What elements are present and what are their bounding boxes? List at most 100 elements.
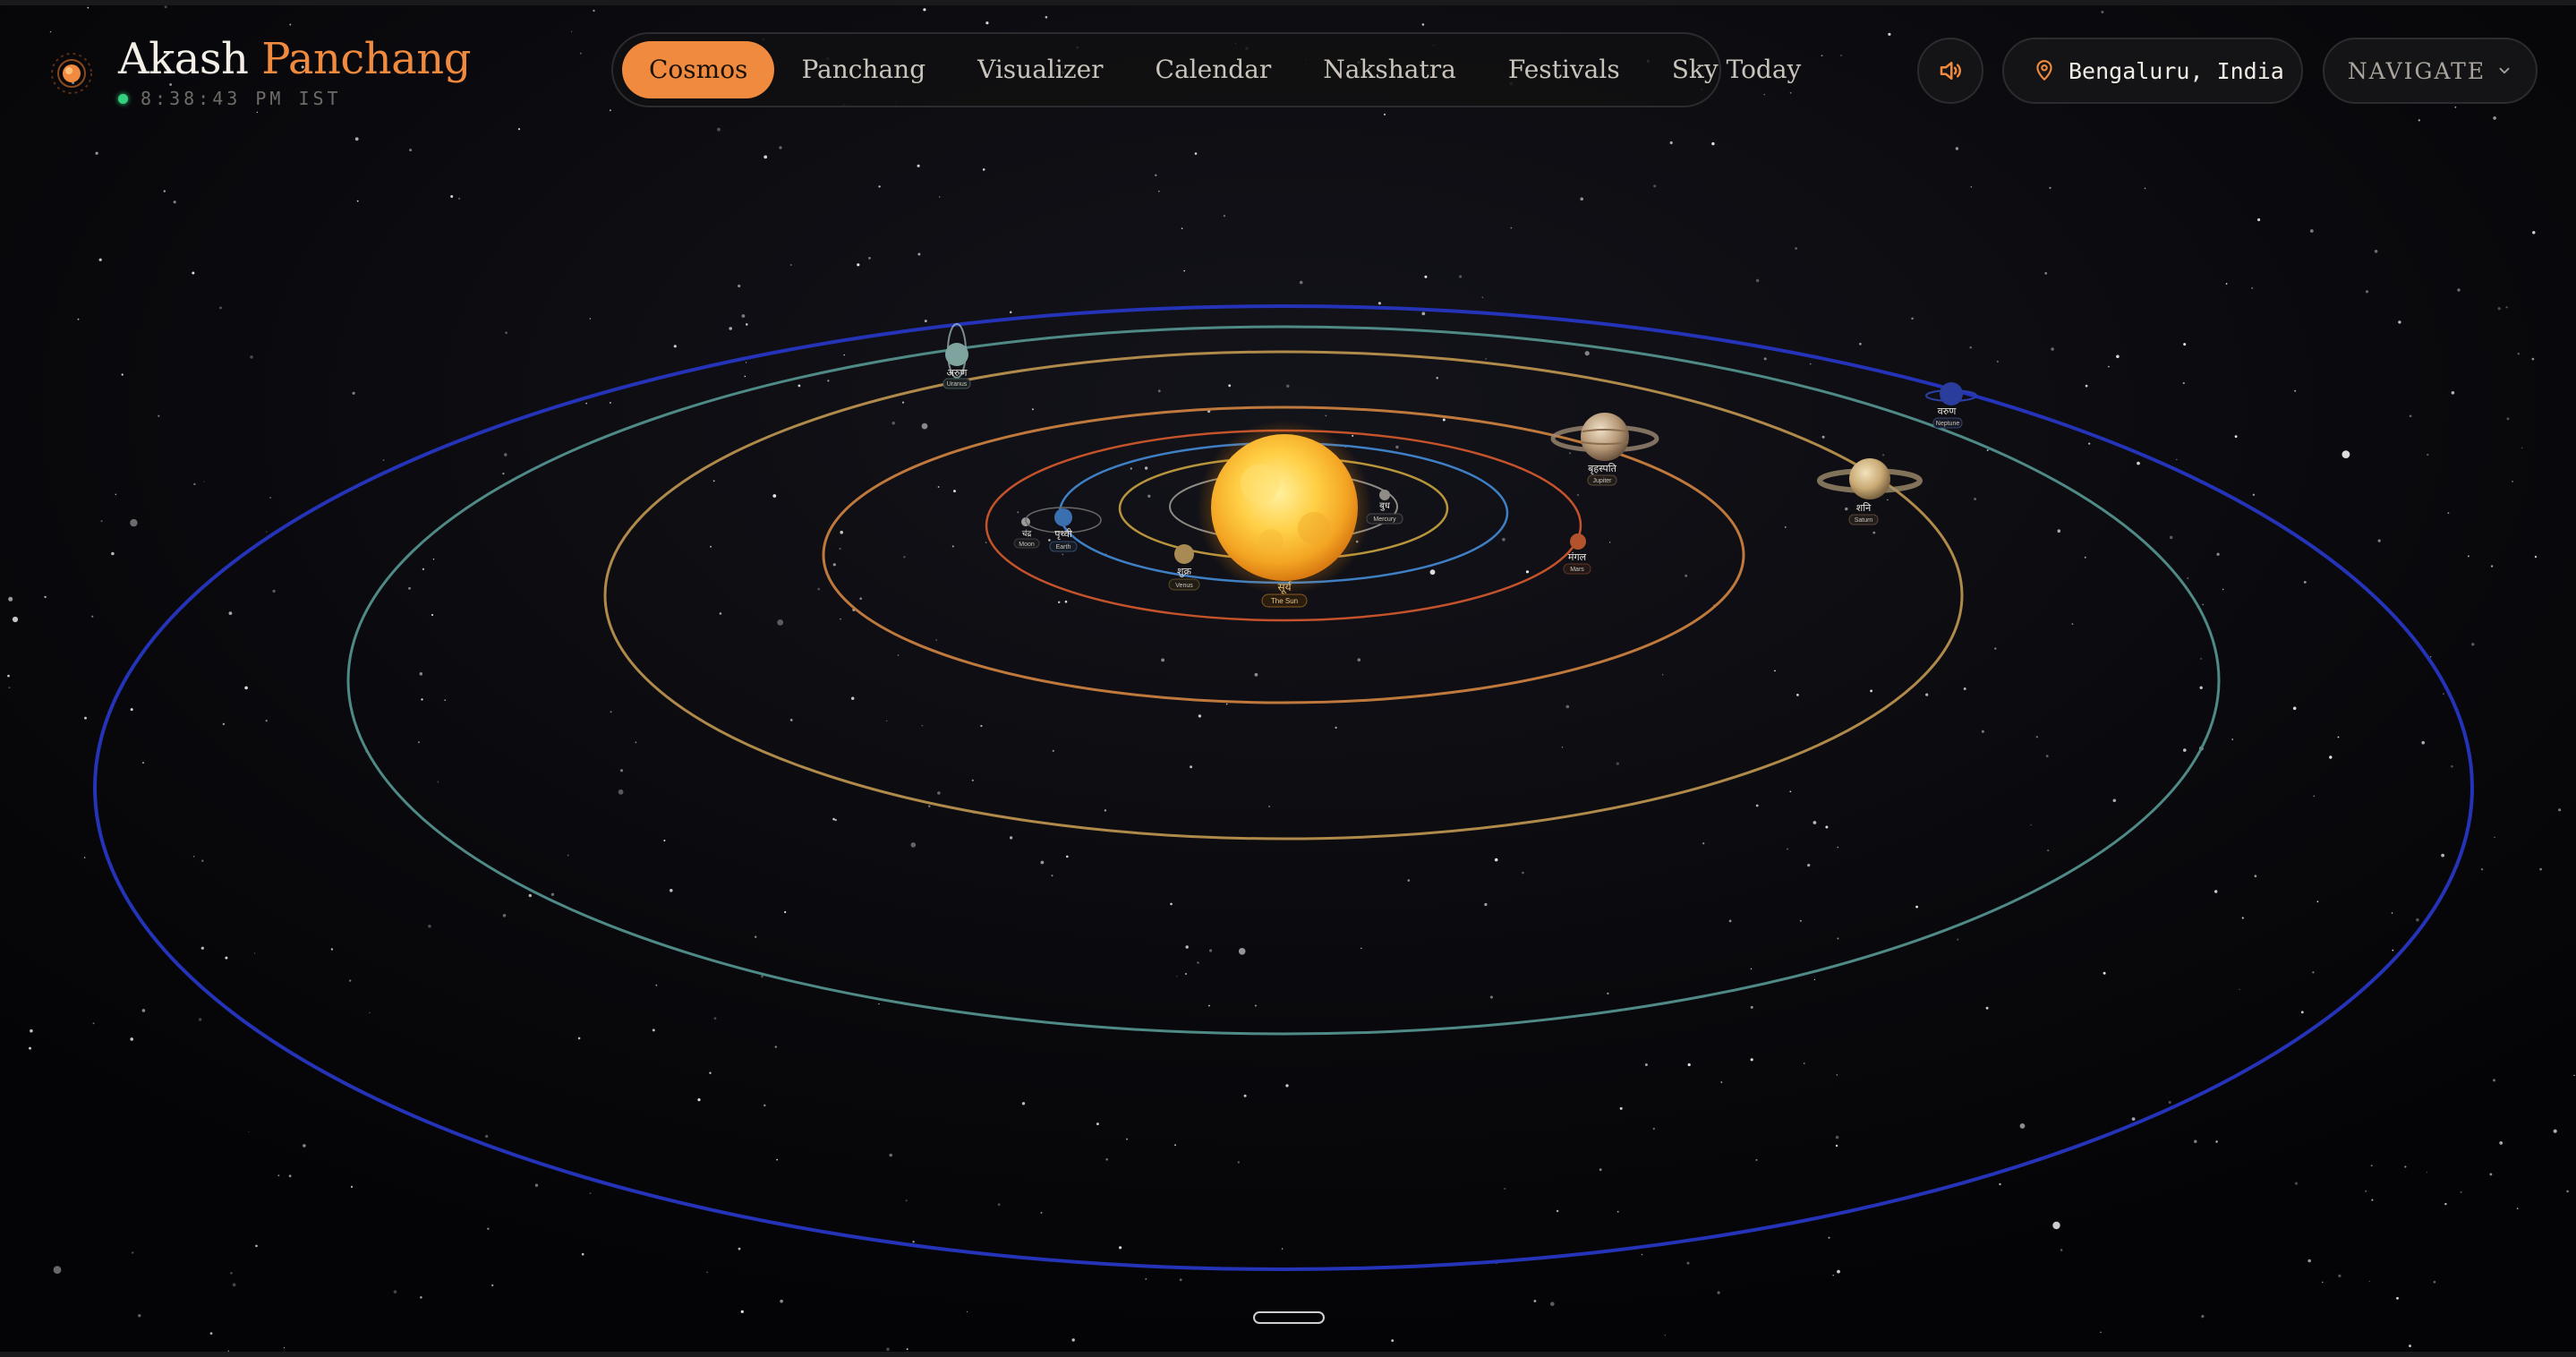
star (744, 375, 746, 378)
star (111, 551, 115, 556)
top-border (0, 0, 2576, 5)
star (609, 109, 611, 112)
star (1702, 842, 1705, 845)
star (1870, 689, 1873, 693)
star (1882, 454, 1885, 457)
star (201, 859, 204, 862)
star (164, 5, 167, 9)
star (738, 1247, 741, 1250)
star (505, 331, 508, 335)
star (158, 414, 160, 417)
star (2374, 250, 2378, 253)
star (910, 842, 917, 848)
star (1717, 1291, 1720, 1294)
star (618, 789, 624, 795)
star (12, 616, 19, 623)
star (2451, 391, 2455, 395)
star (1599, 1168, 1602, 1172)
star (53, 1266, 62, 1275)
star (951, 545, 954, 548)
star (1774, 670, 1776, 672)
tab-sky-today[interactable]: Sky Today (1647, 41, 1827, 98)
star (2493, 1079, 2495, 1082)
star (593, 9, 595, 13)
app-title-part2: Panchang (261, 34, 471, 84)
star (1565, 704, 1570, 709)
star (130, 708, 133, 712)
mercury-label: Mercury (1373, 516, 1396, 523)
solar-system-scene[interactable]: अरुण Uranus वरुण Neptune बृहस्पति Jupite… (0, 0, 2576, 1357)
star (2199, 686, 2203, 689)
star (352, 391, 355, 395)
tab-nakshatra[interactable]: Nakshatra (1298, 41, 1481, 98)
star (1197, 961, 1199, 964)
star (83, 857, 86, 858)
star (2047, 849, 2050, 852)
star (1155, 174, 1157, 176)
star (1569, 452, 1571, 455)
star (1181, 227, 1183, 229)
tab-visualizer[interactable]: Visualizer (952, 41, 1128, 98)
star (798, 384, 801, 388)
star (2019, 1123, 2026, 1129)
star (1796, 694, 1799, 696)
star (1576, 493, 1580, 497)
star (1963, 687, 1966, 690)
star (1686, 1261, 1690, 1265)
star (886, 1347, 890, 1352)
star (2534, 555, 2538, 559)
bottom-drawer-handle[interactable] (1253, 1311, 1325, 1324)
star (1813, 978, 1816, 981)
star (87, 6, 90, 9)
star (1144, 466, 1148, 470)
star (2214, 890, 2218, 893)
star (1974, 498, 1977, 500)
mars-label: Mars (1570, 567, 1584, 573)
location-button[interactable]: Bengaluru, India (2002, 38, 2303, 104)
sun-label: The Sun (1271, 597, 1298, 605)
star (1286, 384, 1290, 388)
star (921, 724, 924, 727)
star (1996, 360, 1999, 363)
brand[interactable]: Akash Panchang 8:38:43 PM IST (47, 32, 471, 109)
star (2234, 435, 2238, 438)
star (8, 687, 11, 689)
star (706, 1271, 708, 1274)
star (2252, 493, 2256, 496)
chevron-down-icon (2499, 67, 2510, 74)
star (141, 1009, 146, 1012)
star (610, 711, 612, 713)
uranus-label: Uranus (947, 381, 968, 388)
star (832, 817, 835, 821)
star (2418, 119, 2420, 122)
star (939, 196, 941, 198)
star (350, 1185, 354, 1188)
sound-toggle-button[interactable] (1917, 38, 1983, 104)
star (2398, 320, 2401, 324)
star (2044, 271, 2048, 275)
star (330, 948, 334, 951)
star (1969, 346, 1972, 349)
moon-native-label: चंद्र (1022, 529, 1032, 538)
star (670, 889, 673, 892)
star (29, 1046, 31, 1050)
star (1836, 1074, 1838, 1076)
star (673, 345, 677, 348)
star (1489, 995, 1493, 999)
navigate-dropdown[interactable]: NAVIGATE (2323, 38, 2538, 104)
star (577, 1037, 581, 1040)
star (1238, 948, 1246, 955)
star (906, 1348, 908, 1351)
tab-cosmos[interactable]: Cosmos (622, 41, 775, 98)
star (2421, 740, 2425, 745)
star (1183, 269, 1185, 272)
star (1208, 1004, 1210, 1007)
star (2467, 555, 2469, 558)
tab-calendar[interactable]: Calendar (1130, 41, 1297, 98)
star (1619, 1106, 1623, 1110)
star (903, 556, 906, 559)
tab-festivals[interactable]: Festivals (1483, 41, 1645, 98)
star (1062, 553, 1064, 556)
tab-panchang[interactable]: Panchang (776, 41, 951, 98)
star (1644, 1063, 1648, 1066)
